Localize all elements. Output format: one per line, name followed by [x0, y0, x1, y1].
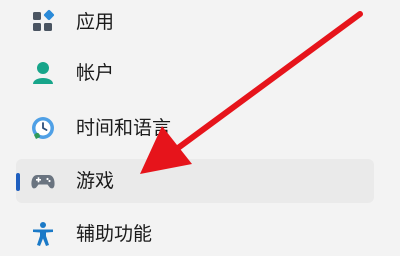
nav-label-time-language: 时间和语言	[76, 117, 172, 139]
selection-indicator	[16, 173, 20, 191]
account-icon	[30, 60, 56, 86]
nav-label-account: 帐户	[76, 62, 115, 84]
nav-label-apps: 应用	[76, 11, 115, 33]
settings-nav: 应用 帐户 时间和语言 游戏 辅助功能	[0, 0, 400, 250]
nav-item-gaming[interactable]: 游戏	[16, 159, 374, 203]
nav-label-gaming: 游戏	[76, 170, 115, 192]
gamepad-icon	[30, 168, 56, 194]
nav-label-accessibility: 辅助功能	[76, 223, 153, 245]
accessibility-icon	[30, 221, 56, 247]
nav-item-account[interactable]: 帐户	[16, 51, 374, 95]
apps-icon	[30, 9, 56, 35]
nav-item-apps[interactable]: 应用	[16, 0, 374, 44]
nav-item-accessibility[interactable]: 辅助功能	[16, 212, 374, 256]
time-language-icon	[30, 115, 56, 141]
nav-item-time-language[interactable]: 时间和语言	[16, 106, 374, 150]
